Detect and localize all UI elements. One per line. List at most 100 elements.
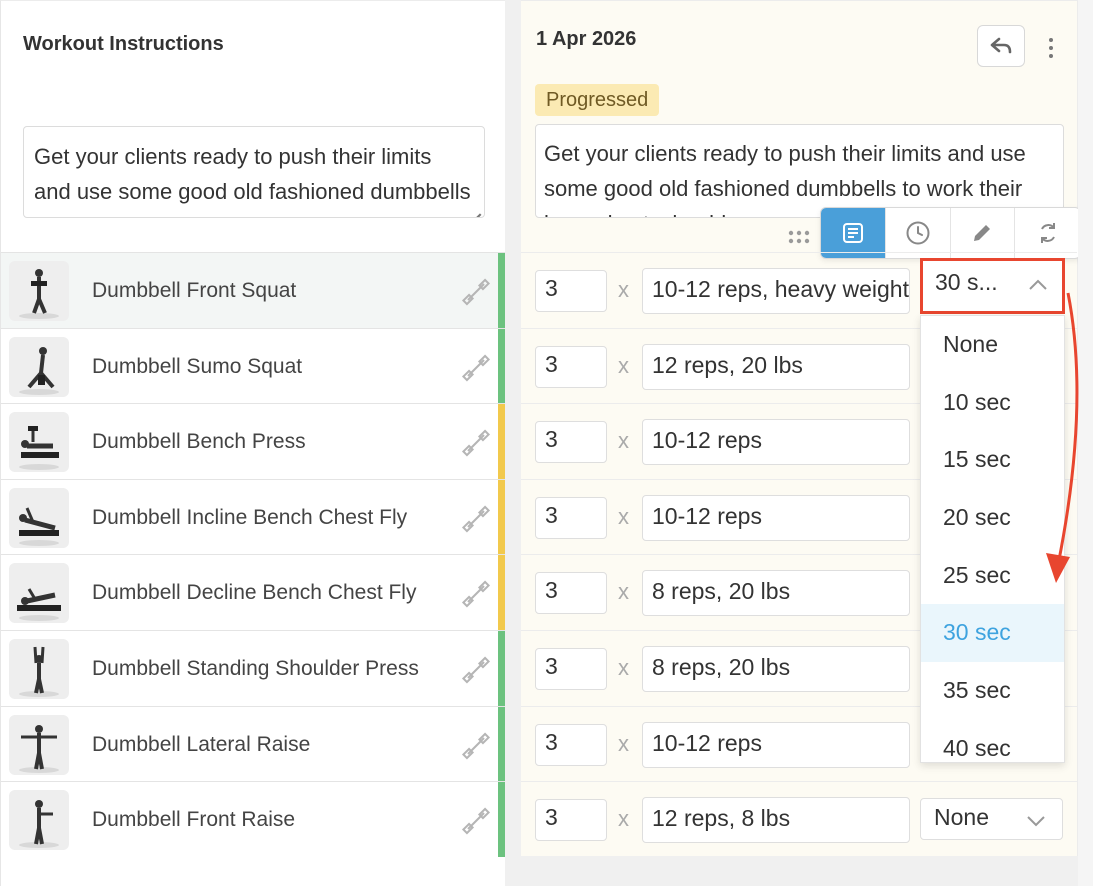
rest-select-value: None <box>934 804 989 831</box>
sets-input[interactable]: 3 <box>535 572 607 615</box>
rest-option[interactable]: 25 sec <box>921 547 1064 605</box>
exercise-name: Dumbbell Bench Press <box>92 430 306 454</box>
rest-option[interactable]: None <box>921 316 1064 374</box>
reps-value: 10-12 reps, heavy weight <box>652 276 909 302</box>
session-date: 1 Apr 2026 <box>536 28 637 50</box>
sets-input[interactable]: 3 <box>535 421 607 464</box>
exercise-color-stripe <box>498 630 505 706</box>
exercise-list: Dumbbell Front Squat Dumbbell Sumo Squat D… <box>1 252 505 857</box>
rest-option[interactable]: 35 sec <box>921 662 1064 720</box>
exercise-color-stripe <box>498 555 505 630</box>
exercise-name: Dumbbell Lateral Raise <box>92 732 311 756</box>
swap-exercise-button[interactable] <box>1015 208 1080 258</box>
sets-input[interactable]: 3 <box>535 647 607 690</box>
exercise-thumbnail <box>9 790 69 851</box>
set-row: 3 x 12 reps, 8 lbs None <box>521 781 1077 857</box>
exercise-row[interactable]: Dumbbell Front Squat <box>1 252 505 328</box>
sets-input[interactable]: 3 <box>535 270 607 312</box>
rest-option[interactable]: 10 sec <box>921 374 1064 432</box>
rest-option[interactable]: 20 sec <box>921 489 1064 547</box>
exercise-row[interactable]: Dumbbell Incline Bench Chest Fly <box>1 478 505 555</box>
sets-value: 3 <box>545 652 558 679</box>
dumbbell-icon[interactable] <box>461 428 491 458</box>
session-instructions-field[interactable]: Get your clients ready to push their lim… <box>535 124 1064 218</box>
exercise-thumbnail <box>9 714 69 775</box>
exercise-row[interactable]: Dumbbell Front Raise <box>1 781 505 857</box>
exercise-name: Dumbbell Front Raise <box>92 808 296 832</box>
exercise-thumbnail <box>9 412 69 473</box>
reps-value: 8 reps, 20 lbs <box>652 653 791 680</box>
sets-input[interactable]: 3 <box>535 345 607 388</box>
exercise-row[interactable]: Dumbbell Sumo Squat <box>1 327 505 404</box>
dumbbell-icon[interactable] <box>461 806 491 836</box>
sets-value: 3 <box>545 275 558 301</box>
rest-timer-button[interactable] <box>886 208 951 258</box>
reps-value: 10-12 reps <box>652 427 762 454</box>
scroll-gutter[interactable] <box>1078 0 1093 886</box>
times-separator: x <box>618 730 629 756</box>
exercise-color-stripe <box>498 479 505 555</box>
dumbbell-icon[interactable] <box>461 353 491 383</box>
exercise-name: Dumbbell Standing Shoulder Press <box>92 656 419 680</box>
dumbbell-icon[interactable] <box>461 504 491 534</box>
undo-icon <box>990 37 1012 54</box>
reps-input[interactable]: 12 reps, 20 lbs <box>642 343 910 390</box>
times-separator: x <box>618 654 629 680</box>
panel-divider <box>505 0 521 886</box>
rest-option[interactable]: 30 sec <box>921 604 1064 663</box>
refresh-icon <box>1040 223 1055 243</box>
reps-input[interactable]: 10-12 reps <box>642 419 910 466</box>
dumbbell-icon[interactable] <box>461 579 491 609</box>
rest-select[interactable]: None <box>920 798 1063 841</box>
edit-button[interactable] <box>951 208 1016 258</box>
exercise-color-stripe <box>498 328 505 404</box>
exercise-color-stripe <box>498 706 505 782</box>
times-separator: x <box>618 428 629 454</box>
dumbbell-icon[interactable] <box>461 655 491 685</box>
reps-value: 8 reps, 20 lbs <box>652 578 791 605</box>
dumbbell-icon[interactable] <box>461 277 491 307</box>
rest-select-open[interactable]: 30 s... <box>920 258 1065 314</box>
sets-input[interactable]: 3 <box>535 723 607 766</box>
exercise-row[interactable]: Dumbbell Standing Shoulder Press <box>1 629 505 706</box>
workout-instructions-title: Workout Instructions <box>23 33 224 55</box>
times-separator: x <box>618 277 629 302</box>
sets-input[interactable]: 3 <box>535 496 607 539</box>
times-separator: x <box>618 806 629 832</box>
notes-button[interactable] <box>821 208 886 258</box>
resize-grip-icon[interactable] <box>469 202 481 214</box>
exercise-thumbnail <box>9 336 69 397</box>
chevron-up-icon <box>1029 279 1047 290</box>
undo-button[interactable] <box>977 25 1025 67</box>
reps-input[interactable]: 10-12 reps <box>642 721 910 768</box>
sets-value: 3 <box>545 728 558 755</box>
rest-option[interactable]: 40 sec <box>921 720 1064 762</box>
exercise-thumbnail <box>9 563 69 624</box>
exercise-row[interactable]: Dumbbell Lateral Raise <box>1 705 505 782</box>
reps-input[interactable]: 8 reps, 20 lbs <box>642 570 910 617</box>
sets-input[interactable]: 3 <box>535 799 607 842</box>
sets-value: 3 <box>545 426 558 453</box>
workout-instructions-text: Get your clients ready to push their lim… <box>34 144 471 217</box>
exercise-name: Dumbbell Sumo Squat <box>92 354 303 378</box>
rest-option[interactable]: 15 sec <box>921 431 1064 489</box>
pencil-icon <box>974 225 991 241</box>
exercise-name: Dumbbell Front Squat <box>92 279 297 302</box>
reps-input[interactable]: 8 reps, 20 lbs <box>642 645 910 692</box>
reps-input[interactable]: 10-12 reps <box>642 494 910 541</box>
reps-input[interactable]: 10-12 reps, heavy weight <box>642 268 910 314</box>
drag-handle-icon[interactable] <box>787 229 811 245</box>
more-options-icon[interactable] <box>1041 31 1061 65</box>
exercise-row[interactable]: Dumbbell Bench Press <box>1 403 505 479</box>
panel-footer-space <box>505 856 1093 886</box>
workout-instructions-field[interactable]: Get your clients ready to push their lim… <box>23 126 485 218</box>
exercise-panel: Workout Instructions Get your clients re… <box>0 0 505 886</box>
exercise-name: Dumbbell Incline Bench Chest Fly <box>92 505 408 529</box>
exercise-thumbnail <box>9 261 69 321</box>
exercise-name: Dumbbell Decline Bench Chest Fly <box>92 581 417 605</box>
dumbbell-icon[interactable] <box>461 731 491 761</box>
notes-icon <box>842 223 863 243</box>
reps-input[interactable]: 12 reps, 8 lbs <box>642 797 910 844</box>
exercise-row[interactable]: Dumbbell Decline Bench Chest Fly <box>1 554 505 630</box>
rest-select-value: 30 s... <box>935 269 998 295</box>
